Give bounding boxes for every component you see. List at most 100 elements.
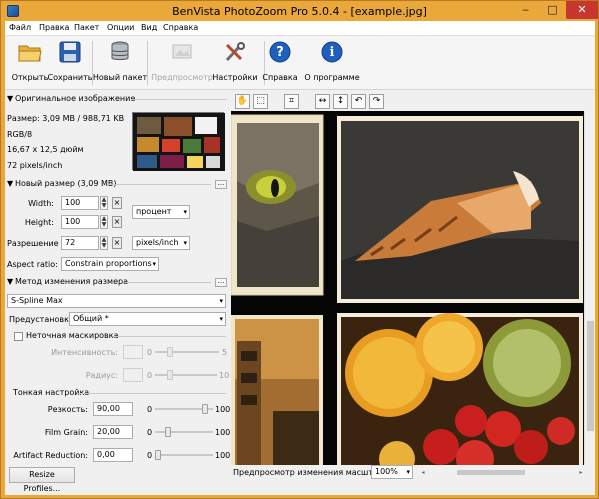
original-mode: RGB/8	[7, 130, 33, 139]
thumbnail-image[interactable]	[132, 112, 225, 171]
floppy-icon	[59, 41, 81, 63]
unsharp-checkbox[interactable]	[14, 332, 23, 341]
save-button[interactable]: Сохранить	[45, 39, 95, 87]
algorithm-dropdown[interactable]: S-Spline Max ▾	[7, 294, 226, 308]
chevron-down-icon: ▾	[406, 468, 410, 476]
width-spinner[interactable]: ▲ ▼	[100, 196, 108, 210]
method-header-label: Метод изменения размера	[15, 277, 128, 286]
size-unit-value: процент	[136, 207, 172, 216]
divider	[77, 393, 226, 394]
sharpness-label: Резкость:	[47, 405, 88, 414]
height-input[interactable]: 100	[61, 215, 99, 229]
sharpness-input[interactable]: 90,00	[93, 402, 133, 416]
width-input[interactable]: 100	[61, 196, 99, 210]
resolution-spinner[interactable]: ▲ ▼	[100, 236, 108, 250]
unsharp-label: Неточная маскировка	[26, 331, 119, 340]
original-section-header[interactable]: ▼ Оригинальное изображение	[7, 94, 135, 103]
x-icon[interactable]: ×	[112, 237, 122, 249]
app-window: BenVista PhotoZoom Pro 5.0.4 - [example.…	[0, 0, 599, 499]
sharpness-slider[interactable]	[155, 404, 213, 414]
method-options-button[interactable]: ...	[215, 278, 227, 287]
resolution-unit-value: pixels/inch	[136, 238, 179, 247]
menu-options[interactable]: Опции	[107, 23, 134, 32]
horizontal-scrollbar[interactable]: ◂ ▸	[419, 468, 585, 477]
crop-icon[interactable]: ⌗	[284, 94, 299, 109]
radius-label: Радиус:	[85, 371, 118, 380]
radius-slider[interactable]	[155, 370, 217, 380]
preview-button[interactable]: Предпросмотр	[151, 39, 213, 87]
resolution-label: Разрешение	[7, 239, 59, 248]
resize-profiles-button[interactable]: Resize Profiles...	[9, 467, 75, 493]
scroll-thumb[interactable]	[457, 470, 525, 475]
grain-label: Film Grain:	[44, 428, 88, 437]
resolution-input[interactable]: 72	[61, 236, 99, 250]
collapse-arrow-icon: ▼	[7, 94, 14, 103]
menu-view[interactable]: Вид	[141, 23, 157, 32]
maximize-button[interactable]: □	[539, 1, 566, 19]
rotate-left-icon[interactable]: ↶	[351, 94, 366, 109]
slider-handle[interactable]	[155, 450, 161, 460]
help-button[interactable]: ? Справка	[255, 39, 305, 87]
menu-file[interactable]: Файл	[9, 23, 31, 32]
newsize-header-label: Новый размер (3,09 MB)	[15, 179, 117, 188]
intensity-slider[interactable]	[155, 347, 219, 357]
divider	[113, 336, 226, 337]
divider	[107, 184, 211, 185]
window-title: BenVista PhotoZoom Pro 5.0.4 - [example.…	[172, 5, 427, 18]
slider-handle[interactable]	[167, 347, 173, 357]
scroll-right-icon[interactable]: ▸	[577, 468, 585, 477]
x-icon[interactable]: ×	[112, 197, 122, 209]
flip-horizontal-icon[interactable]: ↔	[315, 94, 330, 109]
question-icon: ?	[269, 41, 291, 63]
intensity-max: 5	[222, 348, 228, 357]
slider-handle[interactable]	[167, 370, 173, 380]
menu-batch[interactable]: Пакет	[74, 23, 99, 32]
rotate-right-icon[interactable]: ↷	[369, 94, 384, 109]
flip-vertical-icon[interactable]: ↕	[333, 94, 348, 109]
artifact-input[interactable]: 0,00	[93, 448, 133, 462]
menu-edit[interactable]: Правка	[39, 23, 69, 32]
height-label: Height:	[24, 218, 54, 227]
title-bar[interactable]: BenVista PhotoZoom Pro 5.0.4 - [example.…	[1, 1, 598, 21]
size-unit-dropdown[interactable]: процент ▾	[132, 205, 190, 219]
zoom-label: Предпросмотр изменения масштаба:	[233, 468, 391, 477]
vertical-scrollbar[interactable]	[584, 111, 595, 480]
chevron-down-icon: ▾	[219, 315, 223, 323]
height-spinner[interactable]: ▲ ▼	[100, 215, 108, 229]
resolution-unit-dropdown[interactable]: pixels/inch ▾	[132, 236, 190, 250]
divider	[125, 282, 211, 283]
aspect-dropdown[interactable]: Constrain proportions ▾	[61, 257, 159, 271]
status-bar: Предпросмотр изменения масштаба: 100% ▾ ◂…	[231, 465, 595, 480]
zoom-dropdown[interactable]: 100% ▾	[371, 465, 413, 479]
folder-icon	[18, 45, 42, 62]
chevron-down-icon: ▾	[219, 297, 223, 305]
hand-icon[interactable]: ✋	[235, 94, 250, 109]
about-button[interactable]: i О программе	[304, 39, 360, 87]
slider-handle[interactable]	[165, 427, 171, 437]
grain-input[interactable]: 20,00	[93, 425, 133, 439]
close-button[interactable]: ✕	[566, 1, 598, 19]
minimize-button[interactable]: ‒	[512, 1, 539, 19]
x-icon[interactable]: ×	[112, 216, 122, 228]
method-section-header[interactable]: ▼ Метод изменения размера	[7, 277, 128, 286]
artifact-slider[interactable]	[155, 450, 213, 460]
slider-handle[interactable]	[202, 404, 208, 414]
scroll-thumb[interactable]	[587, 321, 594, 431]
client-area: Файл Правка Пакет Опции Вид Справка Откр…	[5, 21, 595, 495]
select-icon[interactable]: ⬚	[253, 94, 268, 109]
menu-bar: Файл Правка Пакет Опции Вид Справка	[5, 21, 595, 36]
radius-max: 10	[219, 371, 230, 380]
new-batch-button[interactable]: Новый пакет	[93, 39, 147, 87]
svg-text:i: i	[330, 45, 335, 60]
image-preview[interactable]	[231, 111, 584, 480]
newsize-options-button[interactable]: ...	[215, 180, 227, 189]
scroll-left-icon[interactable]: ◂	[419, 468, 427, 477]
toolbar: Открыть Сохранить Новый пакет Предпросмо…	[5, 37, 595, 90]
newsize-section-header[interactable]: ▼ Новый размер (3,09 MB)	[7, 179, 116, 188]
info-icon: i	[321, 41, 343, 63]
menu-help[interactable]: Справка	[163, 23, 198, 32]
preset-dropdown[interactable]: Общий * ▾	[69, 312, 226, 326]
grain-slider[interactable]	[155, 427, 213, 437]
radius-input[interactable]	[123, 368, 143, 382]
intensity-input[interactable]	[123, 345, 143, 359]
